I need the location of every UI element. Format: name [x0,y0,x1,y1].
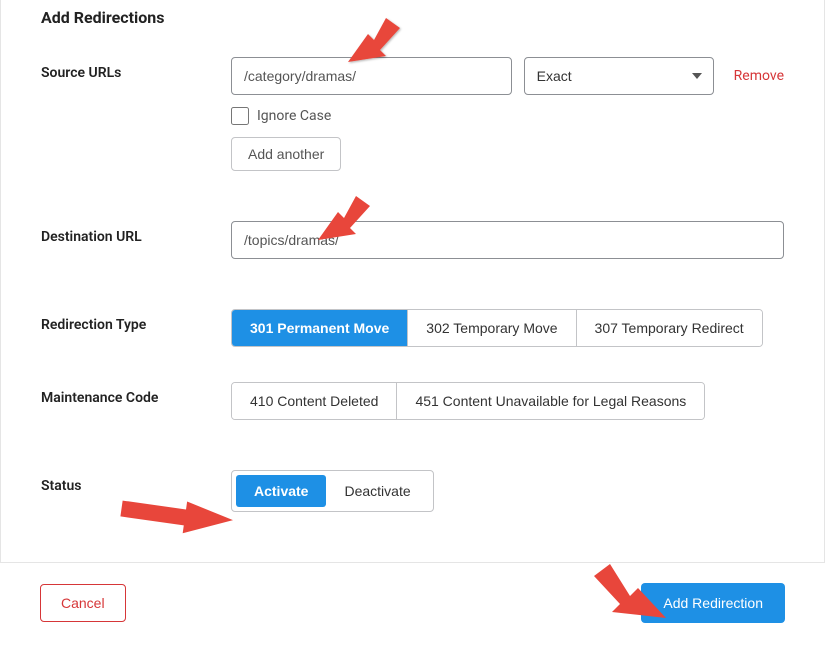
label-redirection-type: Redirection Type [41,309,231,333]
destination-url-input[interactable] [231,221,784,259]
status-deactivate[interactable]: Deactivate [326,475,428,507]
redirections-form-panel: Add Redirections Source URLs Exact Remov… [0,0,825,562]
redirection-type-307[interactable]: 307 Temporary Redirect [577,310,762,346]
redirection-type-302[interactable]: 302 Temporary Move [408,310,576,346]
add-another-button[interactable]: Add another [231,137,341,171]
row-maintenance-code: Maintenance Code 410 Content Deleted 451… [1,372,824,430]
remove-source-link[interactable]: Remove [734,68,784,84]
destination-controls [231,221,784,259]
match-type-select[interactable]: Exact [524,57,714,95]
label-maintenance-code: Maintenance Code [41,382,231,406]
page-title: Add Redirections [1,0,824,47]
source-urls-controls: Exact Remove Ignore Case Add another [231,57,784,171]
maintenance-code-451[interactable]: 451 Content Unavailable for Legal Reason… [397,383,704,419]
ignore-case-label: Ignore Case [257,108,331,124]
redirection-type-controls: 301 Permanent Move 302 Temporary Move 30… [231,309,784,347]
redirection-type-301[interactable]: 301 Permanent Move [232,310,408,346]
add-redirection-button[interactable]: Add Redirection [641,583,785,623]
cancel-button[interactable]: Cancel [40,584,126,622]
row-redirection-type: Redirection Type 301 Permanent Move 302 … [1,299,824,357]
maintenance-code-controls: 410 Content Deleted 451 Content Unavaila… [231,382,784,420]
maintenance-code-410[interactable]: 410 Content Deleted [232,383,397,419]
row-source-urls: Source URLs Exact Remove Ignore Case Add… [1,47,824,181]
label-status: Status [41,470,231,494]
ignore-case-row[interactable]: Ignore Case [231,107,784,125]
label-source-urls: Source URLs [41,57,231,81]
status-activate[interactable]: Activate [236,475,326,507]
source-input-line: Exact Remove [231,57,784,95]
row-destination-url: Destination URL [1,211,824,269]
source-url-input[interactable] [231,57,512,95]
ignore-case-checkbox[interactable] [231,107,249,125]
row-status: Status Activate Deactivate [1,460,824,522]
add-another-wrap: Add another [231,137,784,171]
status-controls: Activate Deactivate [231,470,784,512]
status-group: Activate Deactivate [231,470,434,512]
maintenance-code-group: 410 Content Deleted 451 Content Unavaila… [231,382,705,420]
redirection-type-group: 301 Permanent Move 302 Temporary Move 30… [231,309,763,347]
footer-bar: Cancel Add Redirection [0,562,825,643]
label-destination-url: Destination URL [41,221,231,245]
match-type-wrap: Exact [524,57,714,95]
